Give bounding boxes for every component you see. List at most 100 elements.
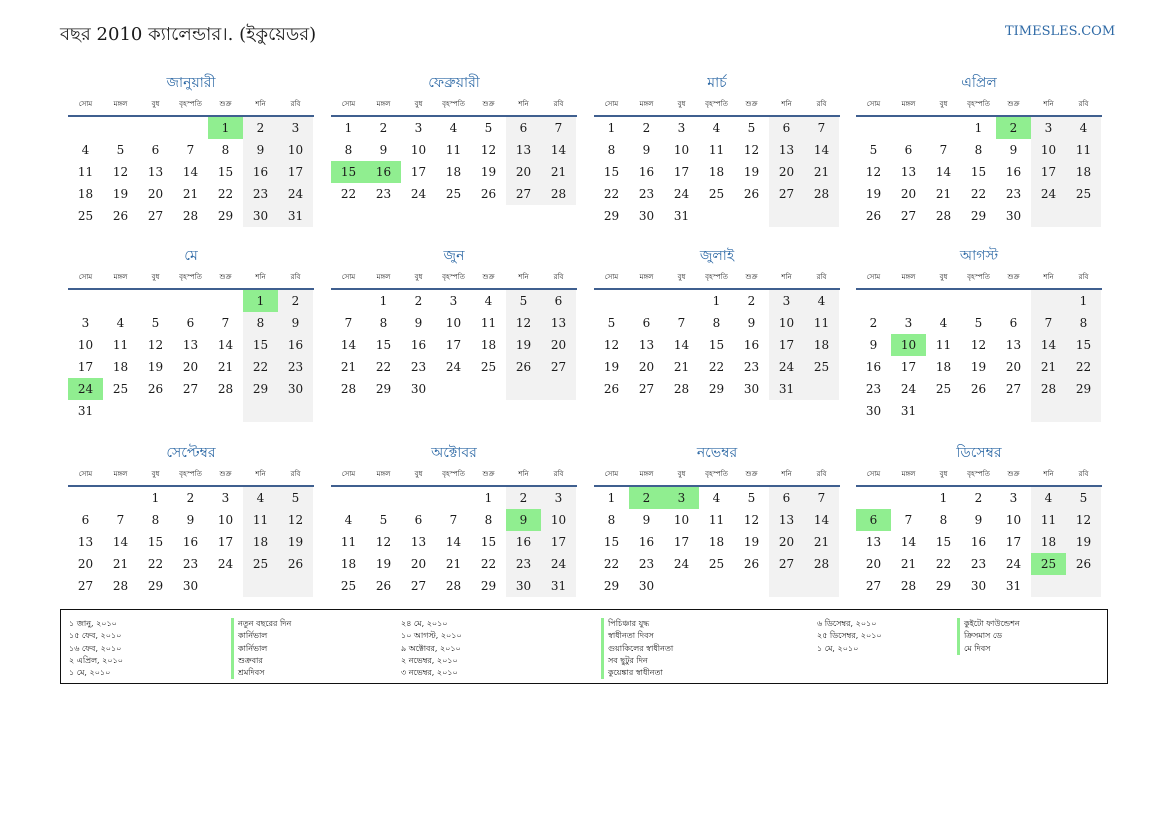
day-cell[interactable]: 31: [278, 205, 313, 227]
day-cell[interactable]: 8: [208, 139, 243, 161]
day-cell[interactable]: 7: [436, 509, 471, 531]
day-cell[interactable]: 16: [243, 161, 278, 183]
day-cell[interactable]: 5: [471, 117, 506, 139]
day-cell[interactable]: 26: [961, 378, 996, 400]
day-cell[interactable]: 14: [208, 334, 243, 356]
day-cell[interactable]: 17: [664, 531, 699, 553]
day-cell[interactable]: 25: [331, 575, 366, 597]
day-cell[interactable]: 15: [699, 334, 734, 356]
day-cell[interactable]: 7: [208, 312, 243, 334]
day-cell[interactable]: 23: [243, 183, 278, 205]
day-cell[interactable]: 6: [138, 139, 173, 161]
day-cell[interactable]: 13: [506, 139, 541, 161]
day-cell[interactable]: 19: [961, 356, 996, 378]
day-cell[interactable]: 10: [664, 509, 699, 531]
day-cell[interactable]: 26: [856, 205, 891, 227]
day-cell[interactable]: 18: [103, 356, 138, 378]
day-cell[interactable]: 9: [629, 509, 664, 531]
day-cell[interactable]: 28: [804, 553, 839, 575]
day-cell[interactable]: 26: [366, 575, 401, 597]
day-cell[interactable]: 21: [103, 553, 138, 575]
day-cell[interactable]: 10: [1031, 139, 1066, 161]
day-cell[interactable]: 2: [278, 290, 313, 312]
day-cell[interactable]: 9: [629, 139, 664, 161]
day-cell[interactable]: 12: [1066, 509, 1101, 531]
day-cell[interactable]: 18: [699, 161, 734, 183]
day-cell[interactable]: 21: [926, 183, 961, 205]
day-cell[interactable]: 22: [366, 356, 401, 378]
day-cell[interactable]: 10: [401, 139, 436, 161]
day-cell[interactable]: 2: [856, 312, 891, 334]
day-cell[interactable]: 21: [436, 553, 471, 575]
day-cell[interactable]: 13: [629, 334, 664, 356]
day-cell[interactable]: 14: [103, 531, 138, 553]
day-cell[interactable]: 17: [1031, 161, 1066, 183]
day-cell[interactable]: 1: [699, 290, 734, 312]
day-cell[interactable]: 23: [961, 553, 996, 575]
day-cell[interactable]: 18: [68, 183, 103, 205]
day-cell[interactable]: 26: [594, 378, 629, 400]
day-cell[interactable]: 28: [891, 575, 926, 597]
day-cell[interactable]: 1: [471, 487, 506, 509]
day-cell[interactable]: 16: [278, 334, 313, 356]
day-cell[interactable]: 21: [1031, 356, 1066, 378]
day-cell[interactable]: 8: [699, 312, 734, 334]
day-cell[interactable]: 17: [541, 531, 576, 553]
day-cell[interactable]: 8: [594, 139, 629, 161]
day-cell[interactable]: 1: [594, 487, 629, 509]
day-cell[interactable]: 2: [734, 290, 769, 312]
day-cell[interactable]: 29: [471, 575, 506, 597]
day-cell[interactable]: 13: [68, 531, 103, 553]
day-cell[interactable]: 16: [629, 531, 664, 553]
day-cell[interactable]: 13: [401, 531, 436, 553]
day-cell[interactable]: 9: [173, 509, 208, 531]
day-cell[interactable]: 25: [68, 205, 103, 227]
day-cell[interactable]: 3: [541, 487, 576, 509]
day-cell[interactable]: 13: [769, 509, 804, 531]
day-cell[interactable]: 12: [138, 334, 173, 356]
day-cell[interactable]: 25: [1031, 553, 1066, 575]
day-cell[interactable]: 14: [541, 139, 576, 161]
day-cell[interactable]: 22: [208, 183, 243, 205]
day-cell[interactable]: 22: [926, 553, 961, 575]
day-cell[interactable]: 19: [734, 161, 769, 183]
day-cell[interactable]: 19: [734, 531, 769, 553]
day-cell[interactable]: 21: [891, 553, 926, 575]
day-cell[interactable]: 15: [366, 334, 401, 356]
day-cell[interactable]: 14: [891, 531, 926, 553]
day-cell[interactable]: 27: [401, 575, 436, 597]
day-cell[interactable]: 10: [278, 139, 313, 161]
day-cell[interactable]: 15: [1066, 334, 1101, 356]
day-cell[interactable]: 28: [173, 205, 208, 227]
day-cell[interactable]: 7: [1031, 312, 1066, 334]
day-cell[interactable]: 20: [769, 161, 804, 183]
day-cell[interactable]: 24: [664, 183, 699, 205]
day-cell[interactable]: 1: [366, 290, 401, 312]
day-cell[interactable]: 23: [366, 183, 401, 205]
day-cell[interactable]: 23: [996, 183, 1031, 205]
day-cell[interactable]: 13: [541, 312, 576, 334]
day-cell[interactable]: 25: [699, 553, 734, 575]
day-cell[interactable]: 4: [243, 487, 278, 509]
day-cell[interactable]: 22: [961, 183, 996, 205]
day-cell[interactable]: 14: [436, 531, 471, 553]
day-cell[interactable]: 30: [856, 400, 891, 422]
day-cell[interactable]: 29: [961, 205, 996, 227]
day-cell[interactable]: 5: [734, 487, 769, 509]
day-cell[interactable]: 17: [769, 334, 804, 356]
day-cell[interactable]: 16: [366, 161, 401, 183]
day-cell[interactable]: 12: [734, 509, 769, 531]
day-cell[interactable]: 5: [734, 117, 769, 139]
day-cell[interactable]: 8: [594, 509, 629, 531]
day-cell[interactable]: 28: [1031, 378, 1066, 400]
day-cell[interactable]: 24: [436, 356, 471, 378]
day-cell[interactable]: 1: [138, 487, 173, 509]
day-cell[interactable]: 4: [926, 312, 961, 334]
day-cell[interactable]: 10: [541, 509, 576, 531]
day-cell[interactable]: 18: [926, 356, 961, 378]
day-cell[interactable]: 11: [926, 334, 961, 356]
day-cell[interactable]: 20: [541, 334, 576, 356]
day-cell[interactable]: 22: [331, 183, 366, 205]
day-cell[interactable]: 27: [856, 575, 891, 597]
day-cell[interactable]: 28: [331, 378, 366, 400]
